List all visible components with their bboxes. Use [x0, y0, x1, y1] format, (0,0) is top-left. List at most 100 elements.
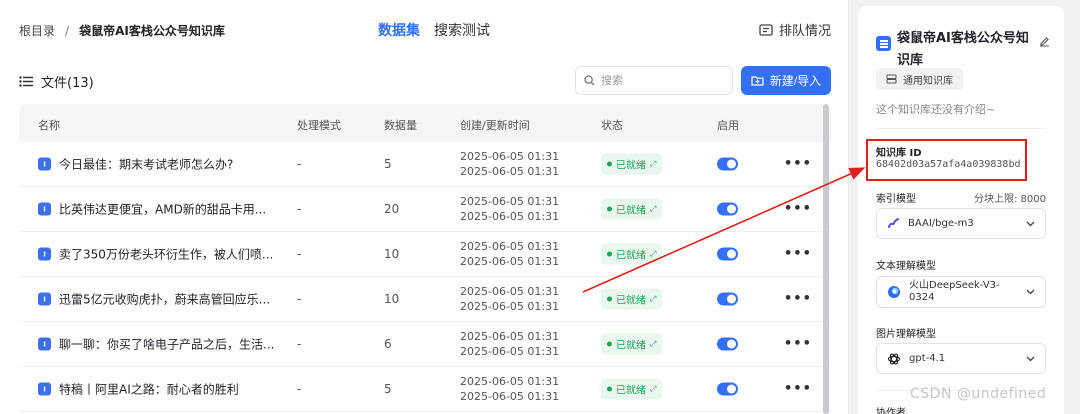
edit-icon[interactable] [1039, 36, 1050, 47]
file-name-cell[interactable]: I 比英伟达更便宜，AMD新的甜品卡用... [38, 201, 266, 218]
text-model-select[interactable]: 火山DeepSeek-V3-0324 [876, 276, 1046, 308]
table-row[interactable]: I 聊一聊：你买了啥电子产品之后，生活... - 6 2025-06-05 01… [19, 322, 831, 367]
document-icon: I [38, 292, 51, 306]
search-icon [584, 75, 595, 86]
status-label: 已就绪 [616, 385, 646, 397]
table-scrollbar[interactable] [823, 104, 829, 414]
document-icon: I [38, 157, 51, 171]
enable-toggle[interactable] [717, 337, 738, 351]
tab-search-test[interactable]: 搜索测试 [434, 20, 490, 40]
image-model-value: gpt-4.1 [909, 352, 946, 364]
table-row[interactable]: I 比英伟达更便宜，AMD新的甜品卡用... - 20 2025-06-05 0… [19, 187, 831, 232]
new-import-label: 新建/导入 [769, 74, 822, 88]
tab-bar: 数据集 搜索测试 [378, 20, 490, 40]
data-count: 5 [384, 382, 392, 396]
top-bar: 根目录 / 袋鼠帝AI客栈公众号知识库 数据集 搜索测试 排队情况 [0, 0, 848, 60]
status-badge: 已就绪 ⤢ [601, 378, 663, 400]
status-label: 已就绪 [616, 340, 646, 352]
updated-time: 2025-06-05 01:31 [460, 345, 560, 358]
file-title: 比英伟达更便宜，AMD新的甜品卡用... [59, 202, 267, 217]
volcano-engine-icon [888, 286, 900, 298]
status-dot-icon [607, 251, 612, 257]
search-input[interactable] [601, 74, 721, 87]
header-count: 数据量 [384, 119, 417, 132]
new-import-button[interactable]: 新建/导入 [741, 66, 831, 95]
kb-type-badge: 通用知识库 [876, 68, 963, 90]
enable-toggle[interactable] [717, 292, 738, 306]
updated-time: 2025-06-05 01:31 [460, 210, 560, 223]
header-enabled: 启用 [717, 119, 739, 132]
expand-arrows-icon: ⤢ [650, 204, 657, 213]
time-cell: 2025-06-05 01:31 2025-06-05 01:31 [460, 194, 559, 224]
data-count: 5 [384, 157, 392, 171]
enable-toggle[interactable] [717, 247, 738, 261]
enable-toggle[interactable] [717, 157, 738, 171]
file-title: 迅雷5亿元收购虎扑，蔚来高管回应乐... [59, 292, 271, 307]
created-time: 2025-06-05 01:31 [460, 375, 560, 388]
files-header: 文件(13) [19, 72, 94, 91]
text-model-label: 文本理解模型 [876, 261, 936, 272]
status-badge: 已就绪 ⤢ [601, 198, 663, 220]
file-name-cell[interactable]: I 迅雷5亿元收购虎扑，蔚来高管回应乐... [38, 291, 270, 308]
file-name-cell[interactable]: I 特稿丨阿里AI之路：耐心者的胜利 [38, 381, 239, 398]
collaborators-label: 协作者 [876, 408, 906, 414]
status-badge: 已就绪 ⤢ [601, 288, 663, 310]
status-dot-icon [607, 386, 612, 392]
index-model-select[interactable]: BAAI/bge-m3 [876, 208, 1046, 239]
file-title: 卖了350万份老头环衍生作，被人们喷... [59, 247, 274, 262]
updated-time: 2025-06-05 01:31 [460, 165, 560, 178]
document-icon: I [38, 202, 51, 216]
processing-mode: - [297, 247, 302, 261]
breadcrumb-current: 袋鼠帝AI客栈公众号知识库 [79, 24, 225, 38]
text-model-value: 火山DeepSeek-V3-0324 [909, 280, 1000, 303]
data-count: 10 [384, 247, 400, 261]
enable-toggle[interactable] [717, 382, 738, 396]
database-icon [886, 74, 897, 84]
expand-arrows-icon: ⤢ [650, 384, 657, 393]
search-box[interactable] [575, 66, 733, 95]
updated-time: 2025-06-05 01:31 [460, 255, 560, 268]
time-cell: 2025-06-05 01:31 2025-06-05 01:31 [460, 374, 559, 404]
image-model-select[interactable]: gpt-4.1 [876, 343, 1046, 374]
created-time: 2025-06-05 01:31 [460, 330, 560, 343]
index-model-label: 索引模型 [876, 194, 916, 205]
more-options-icon[interactable]: ••• [784, 157, 812, 172]
status-label: 已就绪 [616, 205, 646, 217]
image-model-label: 图片理解模型 [876, 329, 936, 340]
table-row[interactable]: I 迅雷5亿元收购虎扑，蔚来高管回应乐... - 10 2025-06-05 0… [19, 277, 831, 322]
table-row[interactable]: I 卖了350万份老头环衍生作，被人们喷... - 10 2025-06-05 … [19, 232, 831, 277]
document-icon: I [38, 382, 51, 396]
processing-mode: - [297, 202, 302, 216]
file-title: 今日最佳：期末考试老师怎么办? [59, 157, 234, 172]
toggle-knob [727, 249, 736, 259]
watermark: CSDN @undefined [910, 386, 1047, 402]
more-options-icon[interactable]: ••• [784, 292, 812, 307]
toggle-knob [727, 339, 736, 349]
table-row[interactable]: I 今日最佳：期末考试老师怎么办? - 5 2025-06-05 01:31 2… [19, 142, 831, 187]
expand-arrows-icon: ⤢ [650, 159, 657, 168]
file-name-cell[interactable]: I 今日最佳：期末考试老师怎么办? [38, 156, 233, 173]
knowledge-base-info-panel: 袋鼠帝AI客栈公众号知识库 通用知识库 这个知识库还没有介绍~ 知识库 ID 6… [858, 6, 1064, 414]
processing-mode: - [297, 382, 302, 396]
table-header: 名称 处理模式 数据量 创建/更新时间 状态 启用 [19, 104, 831, 142]
breadcrumb-separator: / [65, 23, 70, 38]
queue-status-button[interactable]: 排队情况 [759, 20, 831, 39]
status-badge: 已就绪 ⤢ [601, 333, 663, 355]
data-count: 20 [384, 202, 400, 216]
breadcrumb-root[interactable]: 根目录 [19, 22, 55, 39]
more-options-icon[interactable]: ••• [784, 202, 812, 217]
more-options-icon[interactable]: ••• [784, 382, 812, 397]
processing-mode: - [297, 337, 302, 351]
more-options-icon[interactable]: ••• [784, 337, 812, 352]
tab-dataset[interactable]: 数据集 [378, 20, 420, 40]
dataset-panel: 根目录 / 袋鼠帝AI客栈公众号知识库 数据集 搜索测试 排队情况 文件(13)… [0, 0, 849, 414]
table-row[interactable]: I 特稿丨阿里AI之路：耐心者的胜利 - 5 2025-06-05 01:31 … [19, 367, 831, 412]
enable-toggle[interactable] [717, 202, 738, 216]
file-name-cell[interactable]: I 卖了350万份老头环衍生作，被人们喷... [38, 246, 273, 263]
header-name: 名称 [38, 119, 60, 132]
index-model-value: BAAI/bge-m3 [908, 217, 974, 229]
header-mode: 处理模式 [297, 119, 341, 132]
more-options-icon[interactable]: ••• [784, 247, 812, 262]
annotation-highlight-box [866, 139, 1027, 181]
file-name-cell[interactable]: I 聊一聊：你买了啥电子产品之后，生活... [38, 336, 274, 353]
